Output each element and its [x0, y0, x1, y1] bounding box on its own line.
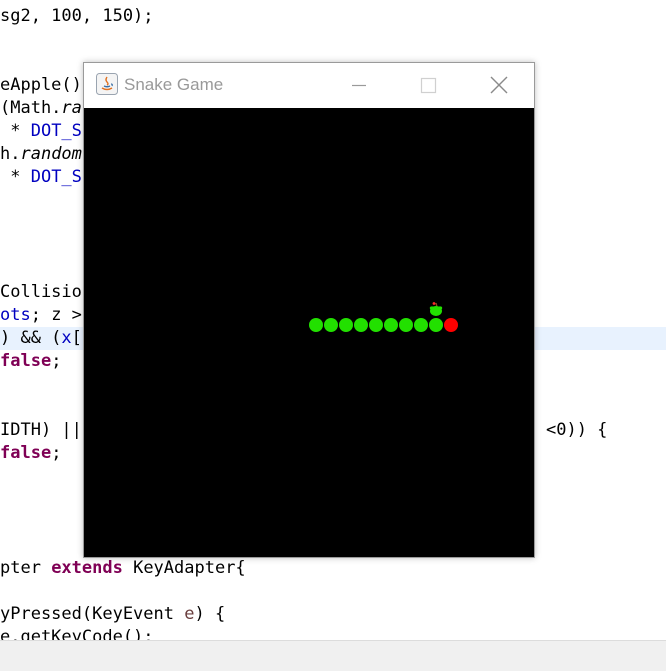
code-line[interactable]: yPressed(KeyEvent e) {	[0, 603, 225, 626]
maximize-button[interactable]	[394, 63, 464, 108]
java-app-icon	[96, 73, 118, 95]
code-line[interactable]: * DOT_S	[0, 166, 82, 189]
code-line[interactable]: h.random	[0, 143, 82, 166]
snake-head	[444, 318, 458, 332]
minimize-button[interactable]	[324, 63, 394, 108]
snake-body-segment	[354, 318, 368, 332]
code-line[interactable]: IDTH) ||	[0, 419, 82, 442]
code-line[interactable]: ots; z >	[0, 304, 82, 327]
title-bar[interactable]: Snake Game	[84, 63, 534, 108]
snake-body-segment	[429, 318, 443, 332]
window-title: Snake Game	[124, 75, 224, 94]
code-line-fragment[interactable]: <0)) {	[546, 419, 607, 442]
code-line[interactable]: sg2, 100, 150);	[0, 5, 154, 28]
code-line[interactable]: eApple()	[0, 74, 82, 97]
code-line[interactable]: * DOT_S	[0, 120, 82, 143]
snake-body-segment	[324, 318, 338, 332]
close-icon	[490, 76, 508, 94]
code-line[interactable]: false;	[0, 442, 61, 465]
snake-body-segment	[399, 318, 413, 332]
apple-icon	[429, 302, 443, 316]
snake-body-segment	[339, 318, 353, 332]
snake-body-segment	[369, 318, 383, 332]
code-line[interactable]: Collisio	[0, 281, 82, 304]
code-line[interactable]: ) && (x[	[0, 327, 82, 350]
maximize-icon	[420, 77, 437, 94]
code-line[interactable]: false;	[0, 350, 61, 373]
status-bar	[0, 640, 666, 671]
game-board[interactable]	[84, 108, 534, 557]
minimize-icon	[352, 84, 366, 87]
close-button[interactable]	[464, 63, 534, 108]
snake-game-window[interactable]: Snake Game	[83, 62, 535, 558]
snake-body-segment	[384, 318, 398, 332]
snake-body-segment	[414, 318, 428, 332]
snake-body-segment	[309, 318, 323, 332]
code-line[interactable]: pter extends KeyAdapter{	[0, 557, 246, 580]
code-line[interactable]: (Math.ra	[0, 97, 82, 120]
